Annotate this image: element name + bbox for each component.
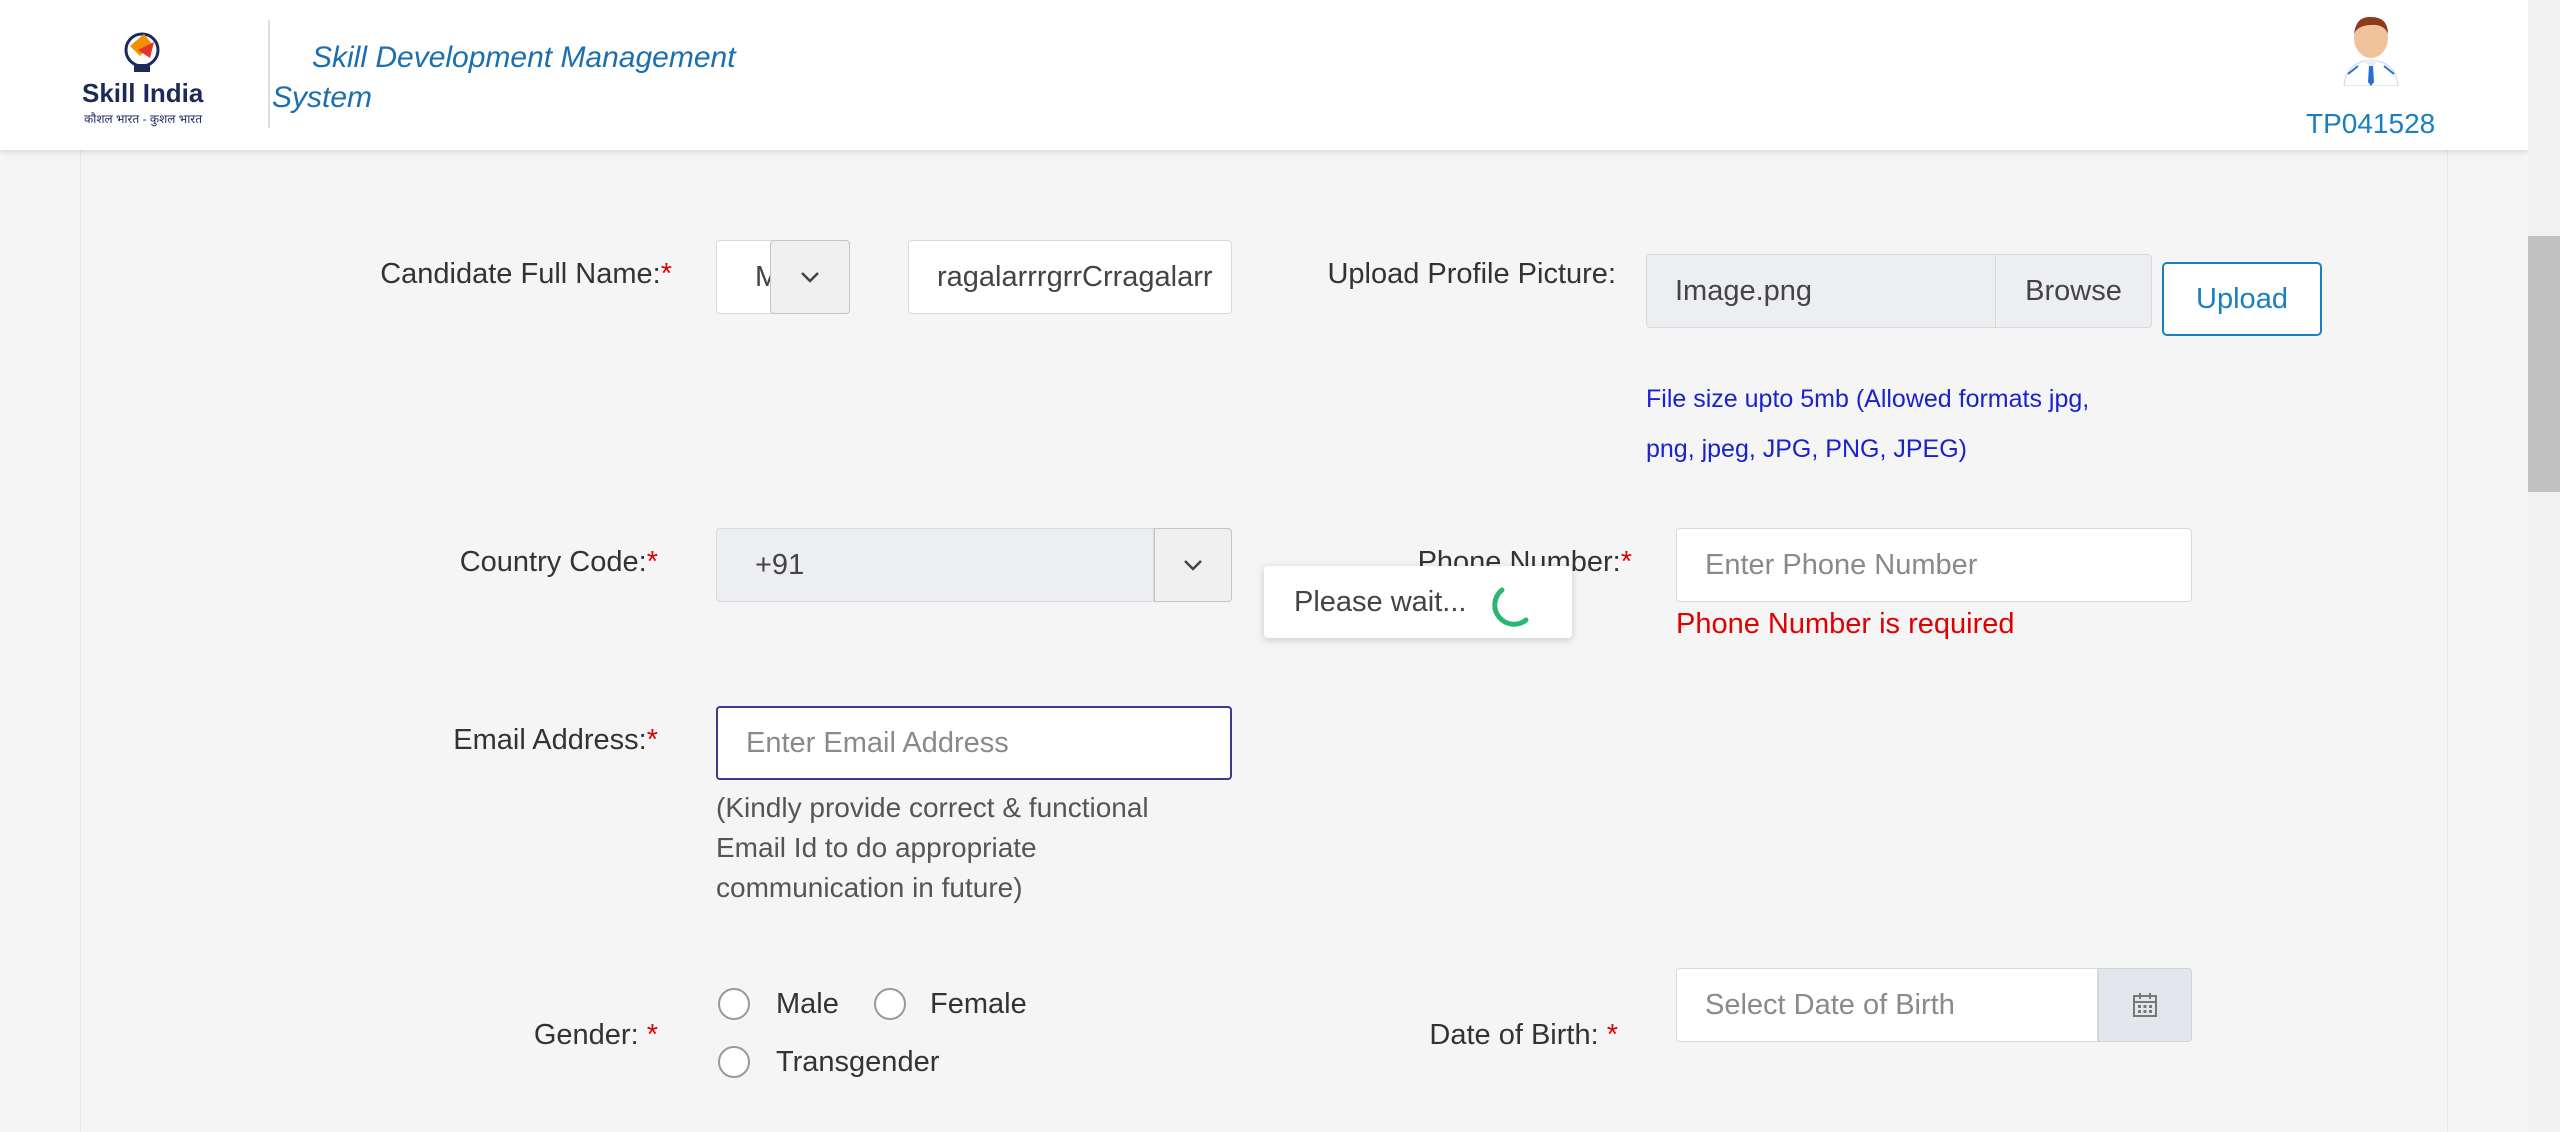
dob-calendar-button[interactable]: [2098, 968, 2192, 1042]
gender-male-label[interactable]: Male: [776, 988, 839, 1021]
scrollbar-thumb[interactable]: [2528, 236, 2560, 492]
gender-label: Gender: *: [533, 1019, 658, 1051]
dob-input[interactable]: Select Date of Birth: [1676, 968, 2098, 1042]
profile-picture-label: Upload Profile Picture:: [1327, 258, 1616, 290]
phone-error-message: Phone Number is required: [1676, 608, 2015, 640]
scrollbar-track[interactable]: [2528, 0, 2560, 1132]
loading-popup: Please wait...: [1264, 566, 1572, 638]
phone-number-input[interactable]: Enter Phone Number: [1676, 528, 2192, 602]
full-name-label: Candidate Full Name:*: [380, 258, 672, 290]
gender-transgender-radio[interactable]: [718, 1046, 750, 1078]
email-note: (Kindly provide correct & functional Ema…: [716, 792, 1149, 903]
chevron-down-icon: [1184, 560, 1202, 571]
header-divider: [268, 20, 270, 128]
app-header: Skill India कौशल भारत - कुशल भारत Skill …: [0, 0, 2528, 150]
salutation-dropdown-button[interactable]: [770, 240, 850, 314]
gender-female-label[interactable]: Female: [930, 988, 1027, 1021]
chevron-down-icon: [801, 272, 819, 283]
dob-label: Date of Birth: *: [1429, 1019, 1618, 1051]
logo-subtitle: कौशल भारत - कुशल भारत: [84, 112, 203, 126]
gender-transgender-label[interactable]: Transgender: [776, 1046, 939, 1079]
country-code-dropdown-button[interactable]: [1154, 528, 1232, 602]
user-id[interactable]: TP041528: [2306, 108, 2435, 140]
loading-text: Please wait...: [1294, 586, 1467, 618]
upload-button[interactable]: Upload: [2162, 262, 2322, 336]
logo-text: Skill India: [82, 78, 204, 108]
browse-button[interactable]: Browse: [1996, 254, 2152, 328]
profile-picture-file-input[interactable]: Image.png: [1646, 254, 1996, 328]
gender-male-radio[interactable]: [718, 988, 750, 1020]
email-input[interactable]: Enter Email Address: [716, 706, 1232, 780]
app-title: Skill Development Management System: [272, 41, 736, 114]
spinner-icon: [1492, 587, 1529, 627]
email-label: Email Address:*: [453, 724, 658, 756]
calendar-icon: [2133, 993, 2157, 1017]
gender-female-radio[interactable]: [874, 988, 906, 1020]
country-code-select[interactable]: +91: [716, 528, 1154, 602]
country-code-label: Country Code:*: [459, 546, 658, 578]
file-size-note: File size upto 5mb (Allowed formats jpg,…: [1646, 385, 2090, 463]
full-name-input[interactable]: ragalarrrgrrCrragalarr: [908, 240, 1232, 314]
skill-india-logo: [124, 32, 160, 72]
user-avatar-icon[interactable]: [2338, 14, 2404, 86]
